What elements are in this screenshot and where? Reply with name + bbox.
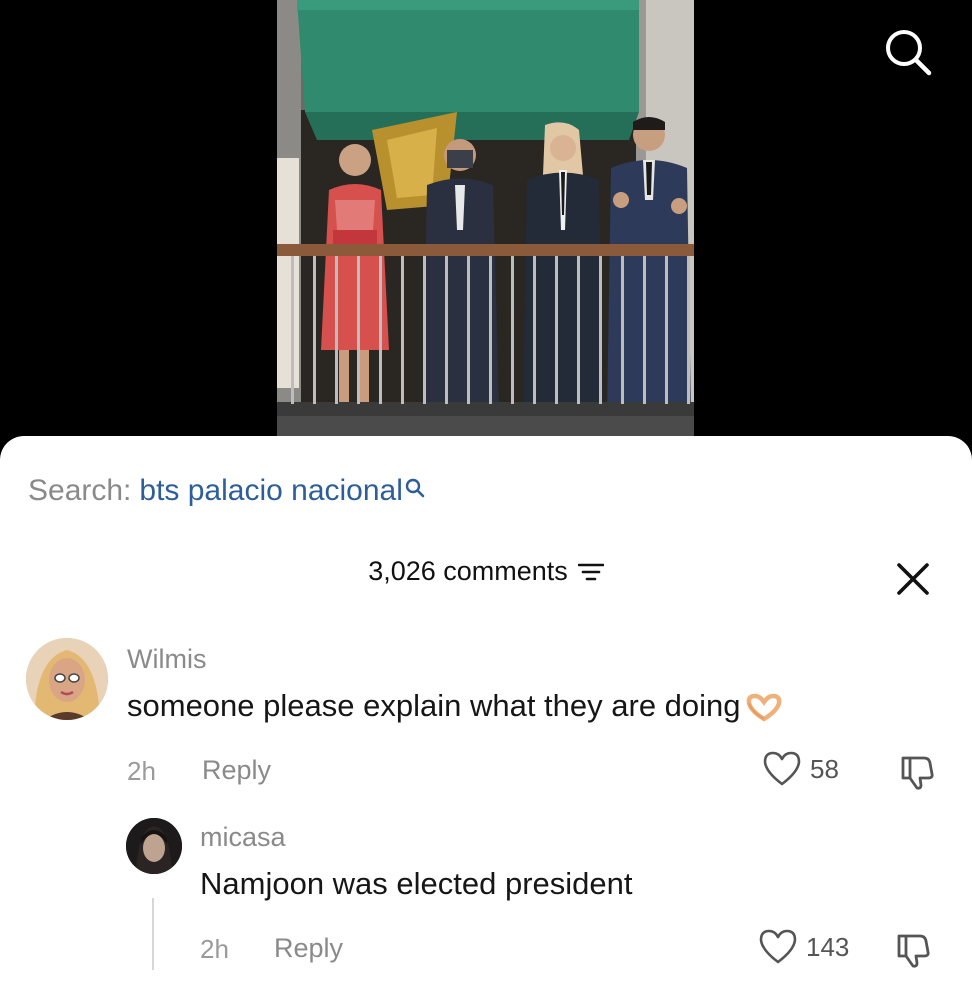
comment-text: someone please explain what they are doi… [127,688,785,724]
comments-count: 3,026 comments [368,556,568,586]
video-frame [277,0,694,436]
comments-header: 3,026 comments [0,556,972,587]
video-player[interactable] [0,0,972,440]
heart-icon [763,751,801,786]
search-suggestion[interactable]: Search: bts palacio nacional [28,474,425,508]
thread-line [152,898,154,970]
comment-text-content: someone please explain what they are doi… [127,688,741,723]
search-label: Search: [28,474,132,507]
avatar[interactable] [26,638,108,720]
search-mini-icon [405,474,425,498]
like-count: 58 [810,753,839,784]
search-term-link[interactable]: bts palacio nacional [139,474,403,508]
heart-hands-emoji [743,693,785,723]
dislike-icon[interactable] [894,930,934,970]
filter-icon [577,563,604,580]
heart-icon [759,929,797,964]
like-button[interactable]: 58 [762,750,839,788]
comment-username[interactable]: micasa [200,822,286,853]
like-button[interactable]: 143 [758,928,849,966]
like-count: 143 [806,931,850,962]
search-icon[interactable] [882,26,934,78]
video-scene-image [277,0,694,436]
comment-text: Namjoon was elected president [200,866,633,901]
comment-timestamp: 2h [200,934,229,964]
comment-username[interactable]: Wilmis [127,644,206,675]
close-icon[interactable] [894,560,932,598]
comment-timestamp: 2h [127,756,156,786]
sort-comments-button[interactable]: 3,026 comments [368,556,604,587]
reply-button[interactable]: Reply [202,755,271,786]
dislike-icon[interactable] [898,752,938,792]
avatar[interactable] [126,818,182,874]
reply-button[interactable]: Reply [274,933,343,964]
